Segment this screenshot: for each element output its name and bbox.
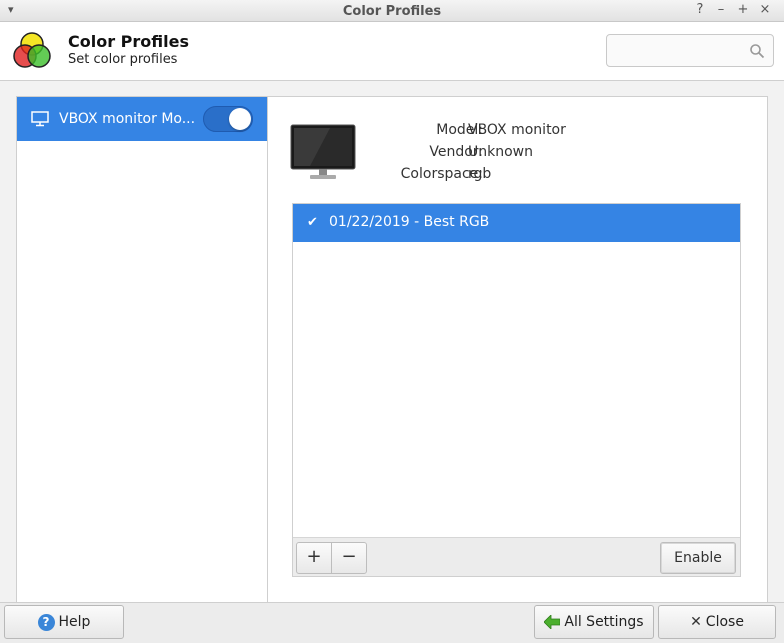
dialog-header: Color Profiles Set color profiles bbox=[0, 22, 784, 81]
all-settings-label: All Settings bbox=[564, 614, 644, 630]
search-input[interactable] bbox=[613, 41, 743, 61]
close-button-label: Close bbox=[705, 614, 744, 630]
window-titlebar[interactable]: ▾ Color Profiles ? – + × bbox=[0, 0, 784, 22]
sidebar-item-vbox-monitor[interactable]: VBOX monitor Mo... bbox=[17, 97, 267, 141]
device-info-values: VBOX monitor Unknown rgb bbox=[468, 119, 566, 185]
device-enable-toggle[interactable] bbox=[203, 106, 253, 132]
close-button[interactable]: ✕ Close bbox=[658, 605, 776, 639]
all-settings-button[interactable]: All Settings bbox=[534, 605, 654, 639]
close-icon: ✕ bbox=[690, 614, 702, 630]
search-icon bbox=[750, 44, 765, 59]
profile-toolbar: + − Enable bbox=[293, 537, 740, 576]
sidebar-item-label: VBOX monitor Mo... bbox=[59, 111, 196, 127]
main-area: VBOX monitor Mo... Model: Vendor: Colors… bbox=[0, 82, 784, 604]
window-close-button[interactable]: × bbox=[757, 2, 773, 17]
help-icon: ? bbox=[37, 613, 55, 631]
monitor-icon bbox=[31, 111, 49, 127]
colorspace-value: rgb bbox=[468, 166, 492, 182]
window-title: Color Profiles bbox=[342, 4, 442, 19]
header-subtitle: Set color profiles bbox=[68, 52, 178, 67]
profile-item[interactable]: ✔ 01/22/2019 - Best RGB bbox=[293, 204, 740, 242]
color-profiles-app-icon bbox=[13, 32, 51, 68]
add-profile-button[interactable]: + bbox=[296, 542, 332, 574]
profile-list: ✔ 01/22/2019 - Best RGB + − Enable bbox=[292, 203, 741, 577]
enable-button[interactable]: Enable bbox=[660, 542, 736, 574]
device-sidebar: VBOX monitor Mo... bbox=[16, 96, 268, 604]
header-title: Color Profiles bbox=[68, 32, 189, 51]
profile-item-label: 01/22/2019 - Best RGB bbox=[329, 214, 490, 230]
checkmark-icon: ✔ bbox=[307, 215, 318, 230]
search-box[interactable] bbox=[606, 34, 774, 67]
remove-profile-button[interactable]: − bbox=[331, 542, 367, 574]
window-minimize-button[interactable]: – bbox=[713, 2, 729, 17]
device-details-panel: Model: Vendor: Colorspace: VBOX monitor … bbox=[268, 96, 768, 604]
model-value: VBOX monitor bbox=[468, 122, 566, 138]
window-help-button[interactable]: ? bbox=[692, 2, 708, 17]
vendor-value: Unknown bbox=[468, 144, 533, 160]
help-button[interactable]: ? Help bbox=[4, 605, 124, 639]
toggle-knob bbox=[229, 108, 251, 130]
help-button-label: Help bbox=[58, 614, 91, 630]
window-maximize-button[interactable]: + bbox=[735, 2, 751, 17]
dialog-button-bar: ? Help All Settings ✕ Close bbox=[0, 602, 784, 643]
monitor-illustration-icon bbox=[290, 124, 356, 179]
back-arrow-icon bbox=[544, 615, 561, 629]
